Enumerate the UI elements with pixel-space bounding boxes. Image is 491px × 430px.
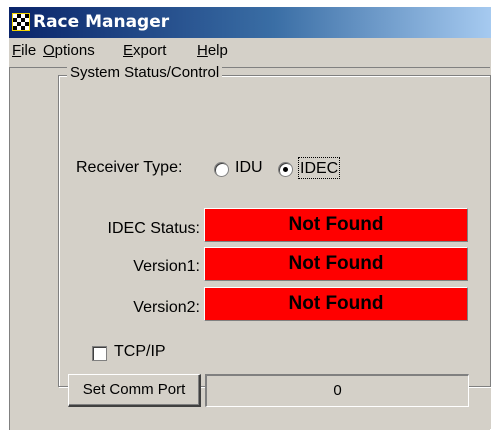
menu-help-label: elp	[207, 42, 228, 59]
set-comm-port-button[interactable]: Set Comm Port	[68, 374, 201, 407]
idec-status-label: IDEC Status:	[107, 220, 200, 237]
checkered-flag-icon	[12, 13, 30, 31]
app-window: Race Manager File Options Export Help Sy…	[9, 7, 491, 430]
menu-options-accel: O	[43, 42, 55, 59]
radio-idu[interactable]	[214, 162, 229, 177]
menu-help[interactable]: Help	[197, 42, 228, 60]
menu-file-accel: F	[12, 42, 22, 59]
comm-port-field: 0	[205, 374, 469, 407]
tcpip-checkbox[interactable]	[92, 346, 107, 361]
radio-idec-dot	[283, 167, 288, 172]
menu-help-accel: H	[197, 42, 208, 59]
group-title: System Status/Control	[67, 64, 223, 82]
tcpip-label[interactable]: TCP/IP	[114, 342, 166, 362]
menu-file-label: ile	[21, 42, 37, 59]
idec-status-value: Not Found	[204, 208, 468, 242]
menu-export-accel: E	[123, 42, 134, 59]
menu-bar: File Options Export Help	[9, 38, 491, 64]
menu-file[interactable]: File	[12, 42, 36, 60]
version2-value: Not Found	[204, 287, 468, 321]
radio-idu-label[interactable]: IDU	[235, 158, 263, 178]
radio-idec-label: IDEC	[300, 160, 339, 177]
version1-label: Version1:	[133, 258, 200, 275]
version1-value: Not Found	[204, 247, 468, 281]
version2-label: Version2:	[133, 299, 200, 316]
receiver-type-label: Receiver Type:	[76, 159, 183, 176]
menu-export[interactable]: Export	[123, 42, 166, 60]
menu-options[interactable]: Options	[43, 42, 95, 60]
menu-options-label: ptions	[54, 42, 95, 59]
window-title: Race Manager	[33, 12, 170, 32]
title-bar[interactable]: Race Manager	[9, 7, 491, 38]
menu-export-label: xport	[133, 42, 167, 59]
radio-idec[interactable]	[278, 162, 293, 177]
radio-idec-focus[interactable]: IDEC	[298, 157, 341, 179]
